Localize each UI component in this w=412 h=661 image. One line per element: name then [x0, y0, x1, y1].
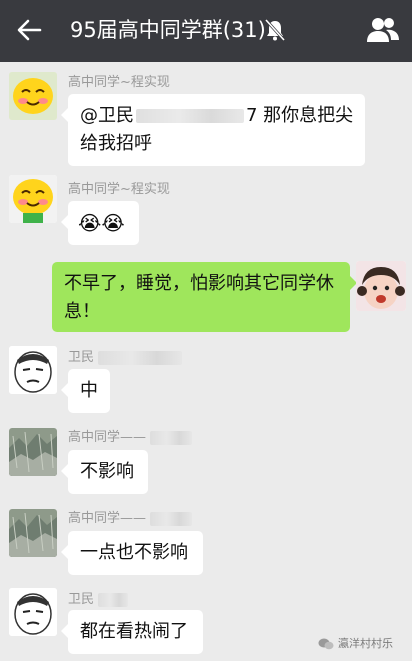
sender-name: 高中同学~程实现 [68, 75, 170, 90]
avatar[interactable] [9, 175, 57, 223]
watermark: 瀛洋村村乐 [318, 635, 393, 651]
sender-name: 高中同学~程实现 [68, 182, 170, 197]
wechat-icon [318, 638, 334, 650]
back-arrow-icon[interactable] [14, 15, 44, 45]
blurred-text [136, 109, 244, 123]
avatar[interactable] [9, 509, 57, 557]
group-members-icon[interactable] [366, 16, 400, 44]
message-bubble[interactable]: 不影响 [61, 450, 148, 494]
blurred-text [98, 350, 183, 365]
avatar[interactable] [9, 72, 57, 120]
blurred-text [150, 511, 193, 526]
message-bubble[interactable]: 中 [61, 369, 110, 413]
bell-mute-icon [264, 18, 286, 42]
crying-emoji-icon: 😭😭 [78, 211, 125, 235]
message-bubble[interactable]: 一点也不影响 [61, 531, 203, 575]
landscape-photo-avatar-icon [9, 428, 57, 476]
message-text: 中 [80, 380, 98, 401]
avatar[interactable] [9, 588, 57, 636]
message-text-line2: 给我招呼 [80, 133, 152, 154]
smiley-avatar-icon [9, 175, 57, 223]
meme-face-avatar-icon [9, 588, 57, 636]
blurred-text [150, 430, 193, 445]
landscape-photo-avatar-icon [9, 509, 57, 557]
smiley-avatar-icon [9, 72, 57, 120]
blurred-text [98, 592, 129, 607]
message-text: 7 那你息把尖 [246, 105, 354, 126]
message-list[interactable]: 高中同学~程实现 @卫民 7 那你息把尖 给我招呼 高中同学~程实现 😭😭 不早了… [0, 62, 412, 661]
avatar[interactable] [9, 428, 57, 476]
chat-title: 95届高中同学群(31) [70, 18, 266, 42]
message-bubble[interactable]: 都在看热闹了 [61, 610, 203, 654]
sender-name: 高中同学—— [68, 511, 193, 527]
mention-text: @卫民 [80, 105, 134, 126]
sender-name: 卫民 [68, 592, 129, 608]
message-text: 不影响 [80, 461, 134, 482]
sender-name: 高中同学—— [68, 430, 193, 446]
my-message-bubble[interactable]: 不早了，睡觉，怕影响其它同学休息！ [52, 262, 357, 332]
child-photo-avatar-icon [356, 261, 406, 311]
message-text: 一点也不影响 [80, 542, 188, 563]
my-avatar[interactable] [356, 261, 406, 311]
sender-name: 卫民 [68, 350, 183, 366]
chat-header: 95届高中同学群(31) [0, 0, 412, 62]
message-bubble[interactable]: @卫民 7 那你息把尖 给我招呼 [61, 94, 365, 166]
message-text: 不早了，睡觉，怕影响其它同学休息！ [64, 273, 334, 322]
meme-face-avatar-icon [9, 346, 57, 394]
avatar[interactable] [9, 346, 57, 394]
message-bubble[interactable]: 😭😭 [61, 201, 139, 245]
message-text: 都在看热闹了 [80, 621, 188, 642]
